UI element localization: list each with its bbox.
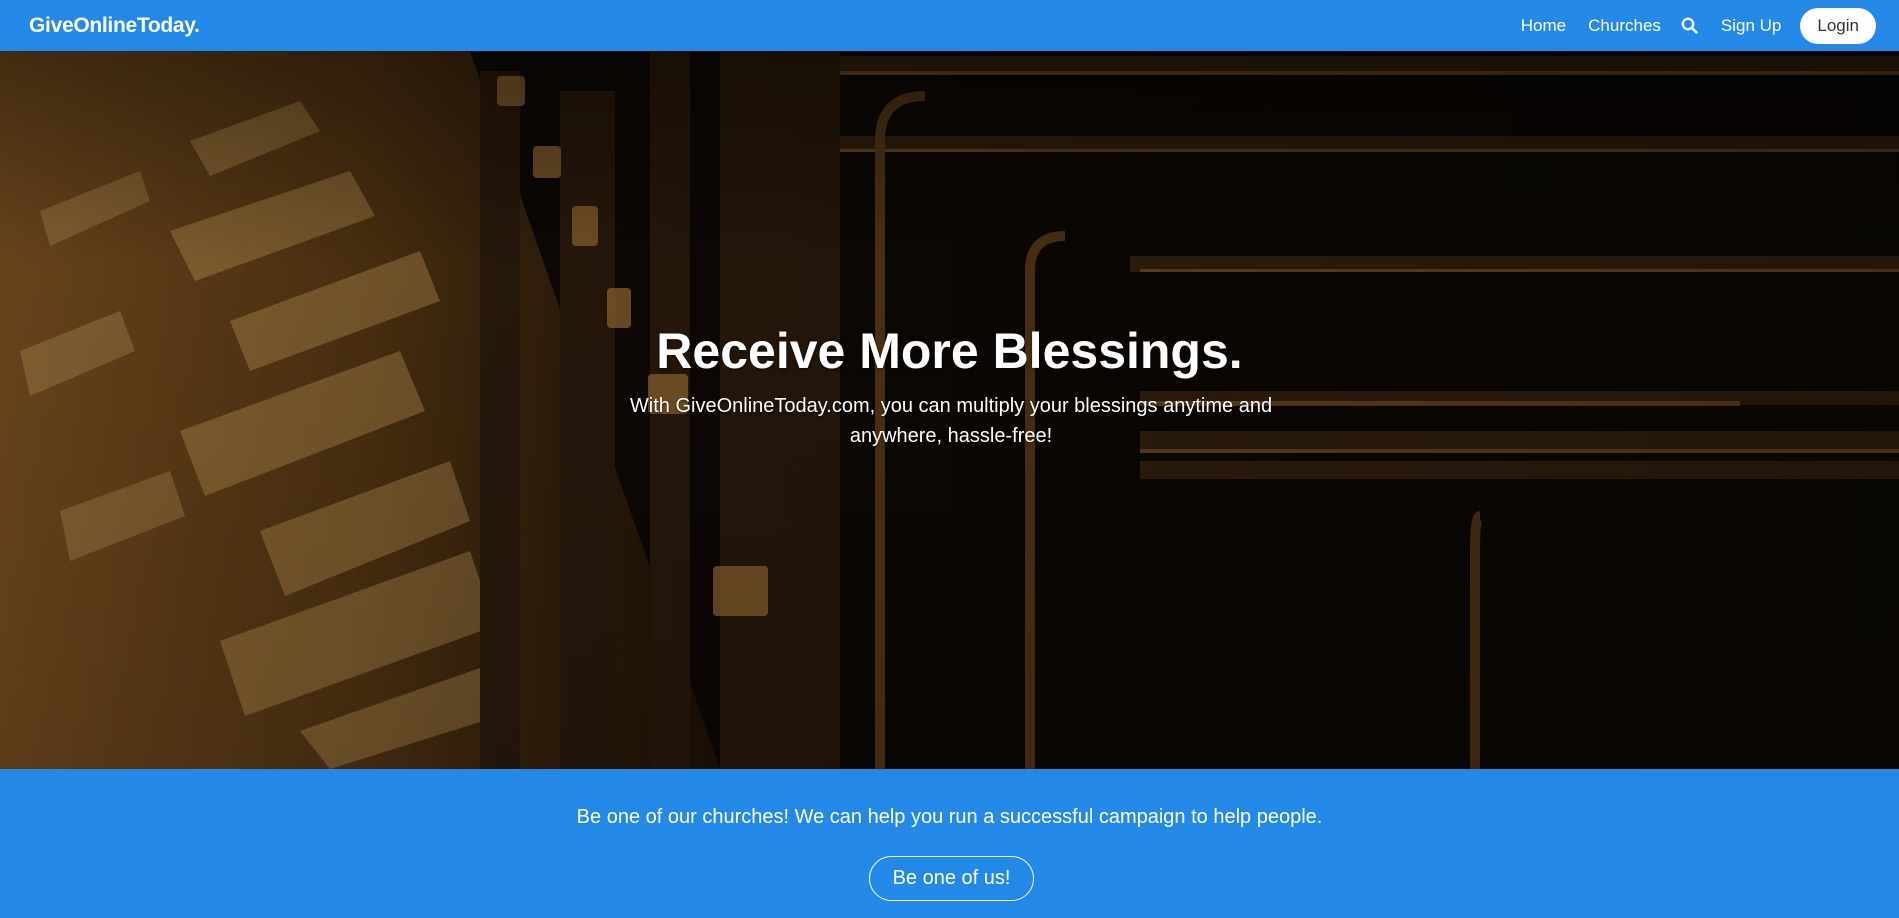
nav-home-link[interactable]: Home (1521, 16, 1566, 36)
nav-links: Home Churches Sign Up Login (1521, 7, 1876, 44)
nav-signup-link[interactable]: Sign Up (1721, 16, 1781, 36)
nav-churches-link[interactable]: Churches (1588, 16, 1661, 36)
search-icon[interactable] (1681, 17, 1699, 35)
brand-logo[interactable]: GiveOnlineToday. (29, 14, 200, 38)
hero-subtitle: With GiveOnlineToday.com, you can multip… (629, 395, 1273, 447)
cta-section: Be one of our churches! We can help you … (0, 769, 1899, 918)
be-one-of-us-button[interactable]: Be one of us! (869, 856, 1034, 901)
top-navbar: GiveOnlineToday. Home Churches Sign Up L… (0, 0, 1899, 51)
hero-section: Receive More Blessings. With GiveOnlineT… (0, 51, 1899, 769)
cta-text: Be one of our churches! We can help you … (576, 806, 1323, 828)
hero-title: Receive More Blessings. (656, 323, 1243, 379)
login-button[interactable]: Login (1800, 7, 1876, 44)
